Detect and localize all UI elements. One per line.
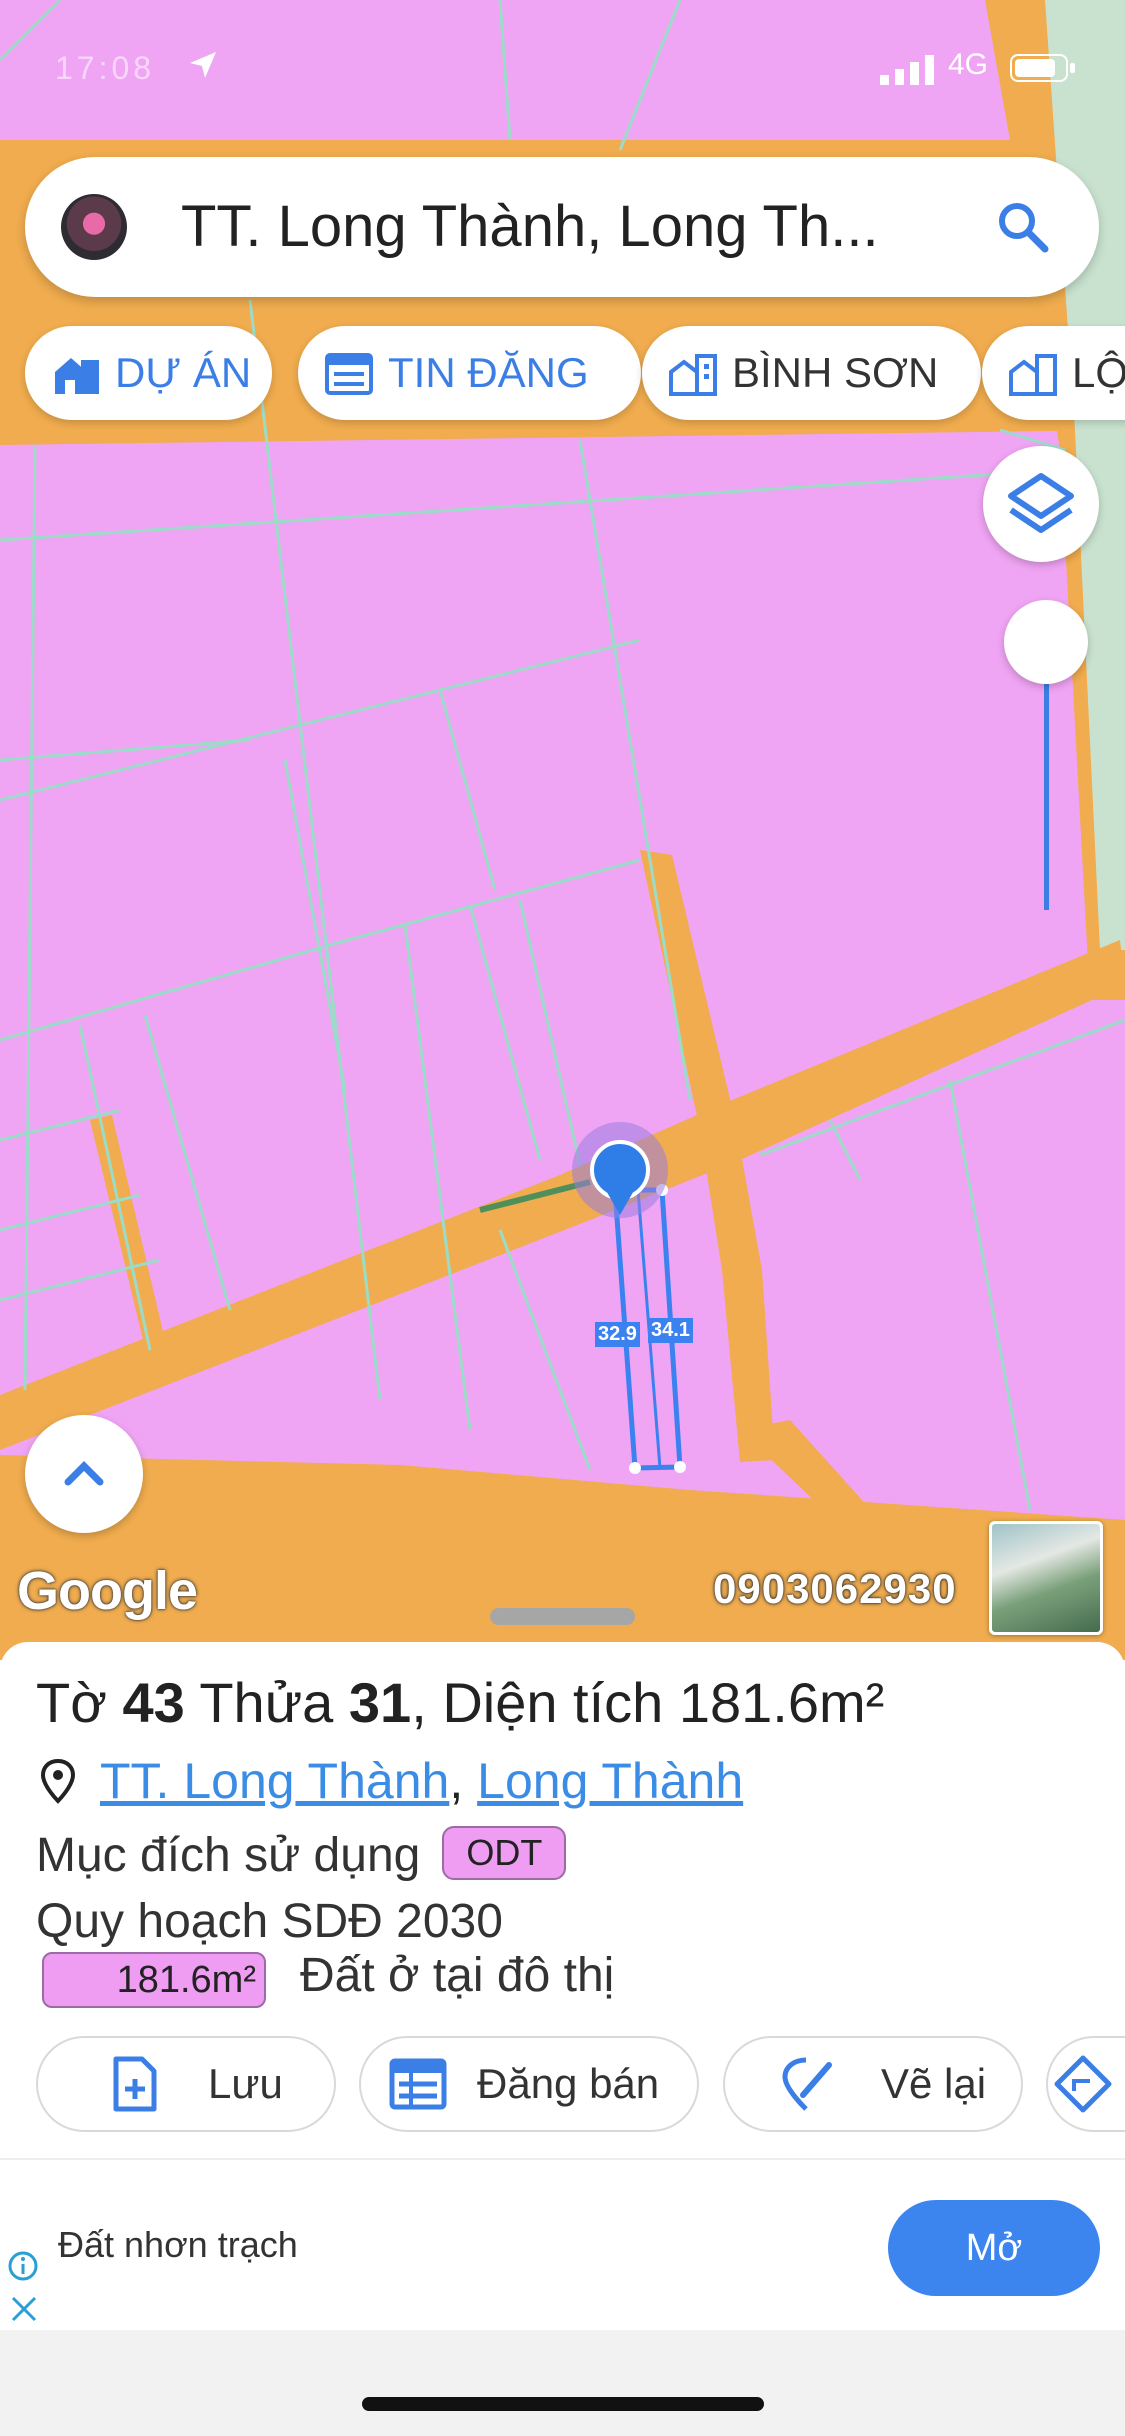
layers-icon	[1008, 473, 1074, 533]
contact-phone[interactable]: 0903062930	[713, 1565, 957, 1613]
chip-label: DỰ ÁN	[115, 349, 252, 396]
sheet-label: Tờ	[36, 1671, 107, 1734]
post-sale-button[interactable]: Đăng bán	[359, 2036, 699, 2132]
parcel-number: 31	[348, 1671, 412, 1734]
sheet-drag-handle[interactable]	[490, 1608, 635, 1625]
add-file-icon	[113, 2056, 157, 2112]
google-logo: Google	[17, 1561, 198, 1621]
chip-loc[interactable]: LỘC	[982, 326, 1125, 420]
land-use-line: Mục đích sử dụng ODT	[36, 1826, 567, 1883]
land-use-code-badge: ODT	[442, 1826, 567, 1880]
close-icon[interactable]	[9, 2294, 39, 2324]
filter-chips: DỰ ÁN TIN ĐĂNG BÌNH SƠN LỘ	[25, 326, 1125, 420]
avatar[interactable]	[61, 194, 127, 260]
city-icon	[1009, 354, 1057, 396]
ad-banner[interactable]: Đất nhơn trạch Mở	[0, 2158, 1125, 2332]
chevron-up-icon	[64, 1461, 104, 1486]
home-indicator[interactable]	[362, 2397, 764, 2411]
redraw-button[interactable]: Vẽ lại	[723, 2036, 1023, 2132]
chip-label: BÌNH SƠN	[732, 349, 939, 396]
land-use-label: Mục đích sử dụng	[36, 1829, 421, 1882]
ad-text: Đất nhơn trạch	[58, 2224, 298, 2265]
parcel-title: Tờ 43 Thửa 31, Diện tích 181.6m²	[36, 1671, 885, 1734]
status-time: 17:08	[55, 50, 156, 86]
calendar-list-icon	[325, 353, 373, 395]
draw-pin-icon	[782, 2057, 832, 2111]
network-type: 4G	[948, 48, 989, 81]
save-label: Lưu	[208, 2060, 283, 2107]
chip-tin-dang[interactable]: TIN ĐĂNG	[298, 326, 641, 420]
save-button[interactable]: Lưu	[36, 2036, 336, 2132]
battery-icon	[1010, 54, 1075, 82]
location-separator: ,	[449, 1753, 464, 1809]
chip-label: LỘC	[1072, 349, 1125, 396]
directions-icon	[1054, 2055, 1112, 2113]
chip-label: TIN ĐĂNG	[388, 349, 589, 396]
calendar-list-icon	[389, 2058, 447, 2110]
footer-bar	[0, 2330, 1125, 2436]
expand-up-button[interactable]	[25, 1415, 143, 1533]
parcel-label: Thửa	[199, 1671, 334, 1734]
search-icon[interactable]	[995, 199, 1051, 255]
signal-icon	[880, 55, 934, 85]
ad-open-button[interactable]: Mở	[888, 2200, 1100, 2296]
zone-description: Đất ở tại đô thị	[300, 1949, 615, 2002]
search-title[interactable]: TT. Long Thành, Long Th...	[181, 193, 981, 260]
map-view[interactable]: 32.9 34.1 17:08 4G TT. Long Thành, Long …	[0, 0, 1125, 1660]
area-value: 181.6m²	[678, 1671, 885, 1734]
district-link[interactable]: Long Thành	[477, 1753, 743, 1809]
city-icon	[669, 354, 717, 396]
location-arrow-icon	[190, 52, 216, 78]
layers-button[interactable]	[983, 446, 1099, 562]
search-bar[interactable]: TT. Long Thành, Long Th...	[25, 157, 1099, 297]
status-bar: 17:08 4G	[0, 48, 1125, 90]
area-label: Diện tích	[442, 1671, 664, 1734]
planning-label: Quy hoạch SDĐ 2030	[36, 1895, 503, 1948]
plot-label-right: 34.1	[648, 1318, 693, 1343]
building-icon	[55, 358, 99, 394]
sheet-number: 43	[122, 1671, 185, 1734]
chip-du-an[interactable]: DỰ ÁN	[25, 326, 272, 420]
location-pin-icon	[40, 1758, 76, 1804]
plot-label-left: 32.9	[595, 1322, 640, 1347]
chip-binh-son[interactable]: BÌNH SƠN	[642, 326, 981, 420]
satellite-thumbnail[interactable]	[989, 1521, 1103, 1635]
ward-link[interactable]: TT. Long Thành	[100, 1753, 449, 1809]
location-line: TT. Long Thành, Long Thành	[40, 1752, 743, 1810]
info-icon[interactable]	[7, 2250, 39, 2282]
zone-area-badge: 181.6m²	[42, 1952, 266, 2008]
opacity-slider-thumb[interactable]	[1004, 600, 1088, 684]
redraw-label: Vẽ lại	[881, 2060, 987, 2107]
post-sale-label: Đăng bán	[477, 2060, 660, 2107]
